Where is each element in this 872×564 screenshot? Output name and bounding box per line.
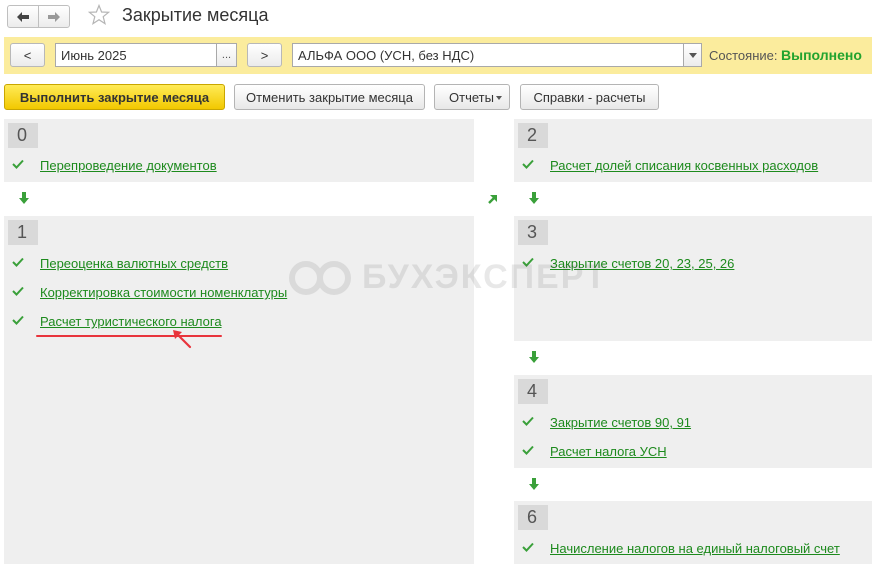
- task-link-close-accounts-90-91[interactable]: Закрытие счетов 90, 91: [550, 415, 691, 430]
- task-item: Начисление налогов на единый налоговый с…: [522, 539, 867, 559]
- checkmark-icon: [12, 159, 24, 169]
- step-panel-4: 4 Закрытие счетов 90, 91 Расчет налога У…: [514, 375, 872, 468]
- checkmark-icon: [522, 416, 534, 426]
- arrow-down-icon: [529, 351, 539, 363]
- step-panel-6: 6 Начисление налогов на единый налоговый…: [514, 501, 872, 564]
- task-item: Расчет долей списания косвенных расходов: [522, 156, 867, 176]
- step-number: 3: [518, 220, 548, 245]
- arrow-right-icon: [48, 11, 60, 22]
- task-link-tourist-tax[interactable]: Расчет туристического налога: [40, 314, 222, 329]
- step-number: 4: [518, 379, 548, 404]
- period-field[interactable]: Июнь 2025: [55, 43, 217, 67]
- reports-menu-button[interactable]: Отчеты: [434, 84, 510, 110]
- step-panel-3: 3 Закрытие счетов 20, 23, 25, 26: [514, 216, 872, 341]
- checkmark-icon: [522, 542, 534, 552]
- arrow-down-icon: [529, 478, 539, 490]
- highlight-underline: [36, 335, 222, 337]
- step-number: 0: [8, 123, 38, 148]
- task-item: Переоценка валютных средств: [12, 254, 412, 274]
- reference-calculations-button[interactable]: Справки - расчеты: [520, 84, 659, 110]
- arrow-up-right-icon: [488, 195, 497, 204]
- checkmark-icon: [12, 315, 24, 325]
- checkmark-icon: [522, 159, 534, 169]
- step-panel-0: 0 Перепроведение документов: [4, 119, 474, 182]
- page-title: Закрытие месяца: [122, 5, 269, 25]
- task-item: Закрытие счетов 90, 91: [522, 413, 867, 433]
- step-panel-1: 1 Переоценка валютных средств Корректиро…: [4, 216, 474, 564]
- period-toolbar: < Июнь 2025 ... > АЛЬФА ООО (УСН, без НД…: [4, 37, 872, 74]
- back-button[interactable]: [7, 5, 39, 28]
- task-link-cost-adjustment[interactable]: Корректировка стоимости номенклатуры: [40, 285, 287, 300]
- task-link-usn-tax[interactable]: Расчет налога УСН: [550, 444, 667, 459]
- task-item: Закрытие счетов 20, 23, 25, 26: [522, 254, 867, 274]
- organization-dropdown-button[interactable]: [684, 43, 702, 67]
- next-period-button[interactable]: >: [247, 43, 282, 67]
- task-link-currency-revaluation[interactable]: Переоценка валютных средств: [40, 256, 228, 271]
- favorite-star-icon[interactable]: [87, 3, 111, 29]
- step-panel-2: 2 Расчет долей списания косвенных расход…: [514, 119, 872, 182]
- arrow-down-icon: [529, 192, 539, 204]
- reports-label: Отчеты: [449, 89, 494, 105]
- state-value: Выполнено: [781, 47, 862, 63]
- task-item: Корректировка стоимости номенклатуры: [12, 283, 412, 303]
- task-item: Перепроведение документов: [12, 156, 412, 176]
- state-label: Состояние:: [709, 48, 778, 63]
- step-number: 1: [8, 220, 38, 245]
- arrow-left-icon: [17, 11, 29, 22]
- cancel-month-close-button[interactable]: Отменить закрытие месяца: [234, 84, 425, 110]
- prev-period-button[interactable]: <: [10, 43, 45, 67]
- task-item: Расчет туристического налога: [12, 312, 412, 332]
- step-number: 2: [518, 123, 548, 148]
- task-item: Расчет налога УСН: [522, 442, 867, 462]
- period-select-button[interactable]: ...: [217, 43, 237, 67]
- checkmark-icon: [12, 257, 24, 267]
- checkmark-icon: [12, 286, 24, 296]
- step-number: 6: [518, 505, 548, 530]
- arrow-down-icon: [19, 192, 29, 204]
- run-month-close-button[interactable]: Выполнить закрытие месяца: [4, 84, 225, 110]
- organization-field[interactable]: АЛЬФА ООО (УСН, без НДС): [292, 43, 684, 67]
- checkmark-icon: [522, 257, 534, 267]
- task-link-close-accounts-20-26[interactable]: Закрытие счетов 20, 23, 25, 26: [550, 256, 734, 271]
- annotation-arrow-icon: [173, 330, 192, 349]
- forward-button[interactable]: [38, 5, 70, 28]
- triangle-down-icon: [496, 96, 502, 100]
- task-link-reposting-documents[interactable]: Перепроведение документов: [40, 158, 217, 173]
- triangle-down-icon: [688, 52, 697, 58]
- checkmark-icon: [522, 445, 534, 455]
- task-link-indirect-costs[interactable]: Расчет долей списания косвенных расходов: [550, 158, 818, 173]
- task-link-unified-tax-account[interactable]: Начисление налогов на единый налоговый с…: [550, 541, 840, 556]
